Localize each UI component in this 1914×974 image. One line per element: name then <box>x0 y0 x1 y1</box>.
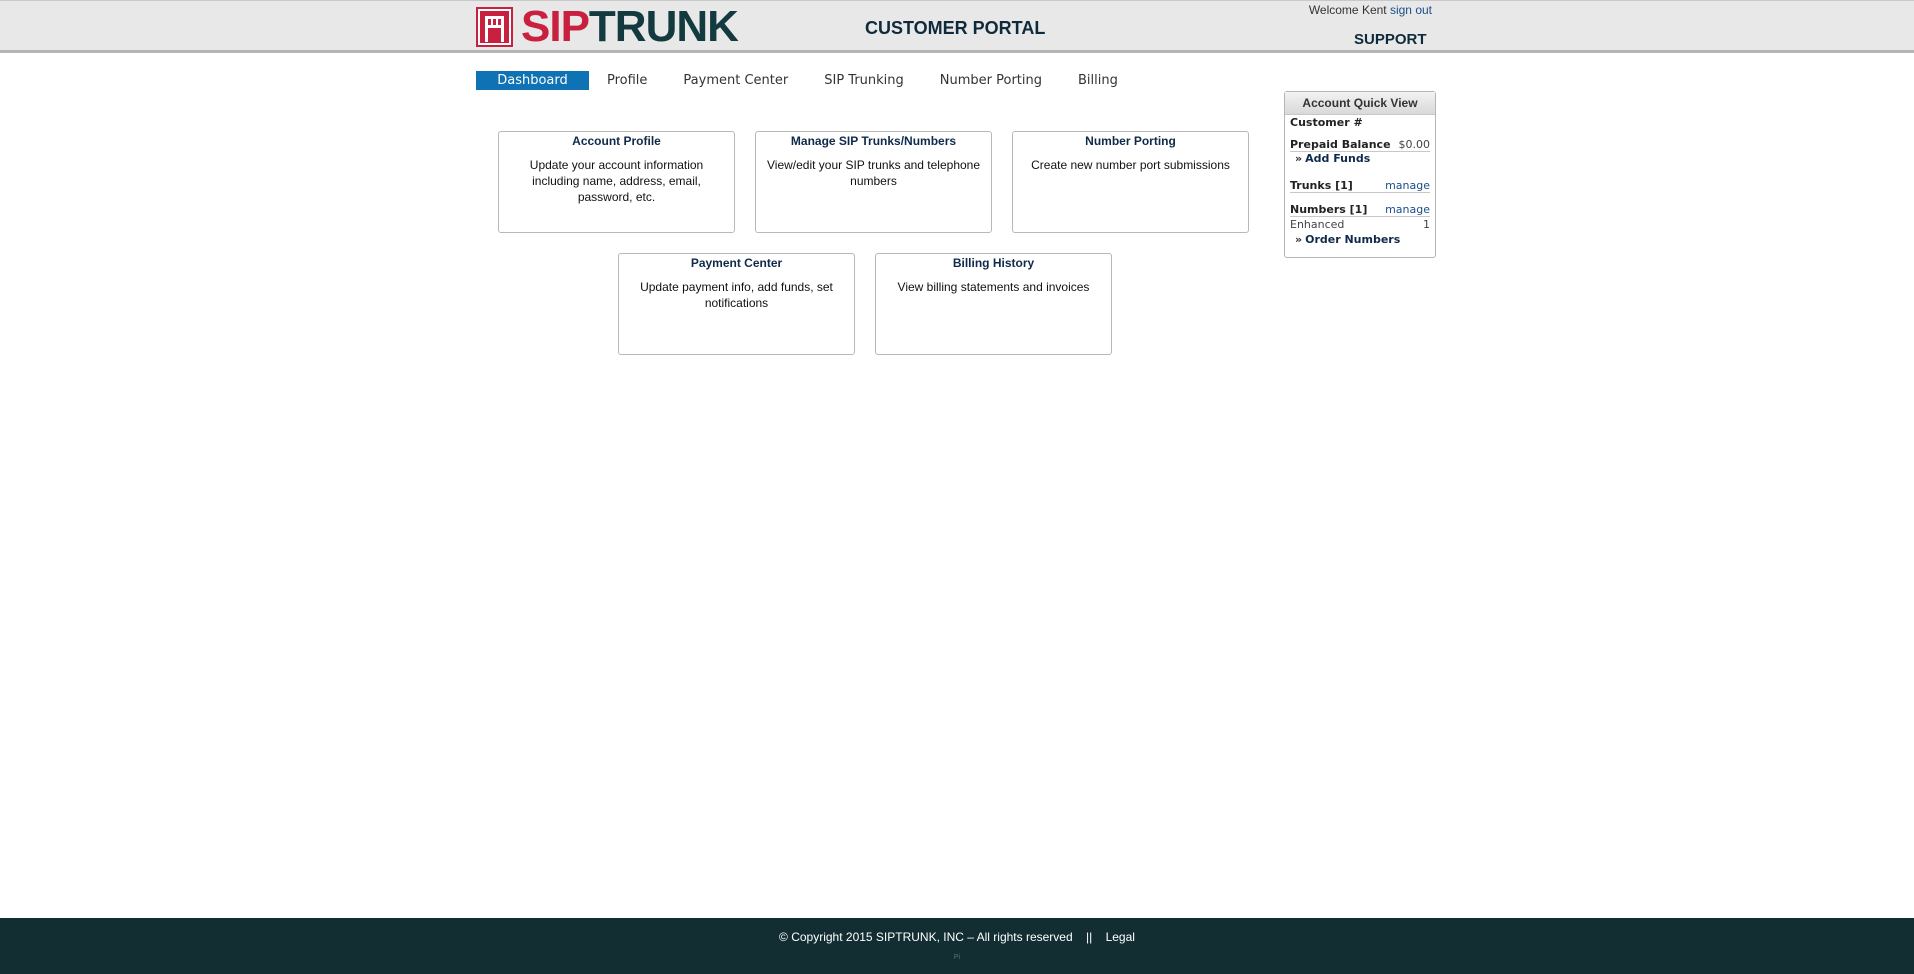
double-arrow-icon: » <box>1295 152 1303 165</box>
numbers-label: Numbers [1] <box>1290 203 1368 216</box>
card-title: Billing History <box>952 256 1035 270</box>
trunks-row: Trunks [1] manage <box>1290 179 1430 193</box>
double-arrow-icon: » <box>1295 233 1303 246</box>
nav-number-porting[interactable]: Number Porting <box>922 71 1060 90</box>
support-link[interactable]: SUPPORT <box>1354 31 1427 48</box>
card-billing-history[interactable]: Billing History View billing statements … <box>875 253 1112 355</box>
add-funds-label: Add Funds <box>1305 152 1371 165</box>
trunks-manage-link[interactable]: manage <box>1385 179 1430 192</box>
page-title: CUSTOMER PORTAL <box>865 18 1046 38</box>
nav-profile[interactable]: Profile <box>589 71 665 90</box>
footer-separator: || <box>1086 930 1093 944</box>
footer-text: © Copyright 2015 SIPTRUNK, INC – All rig… <box>0 930 1914 944</box>
nav-dashboard[interactable]: Dashboard <box>476 71 589 90</box>
copyright-text: © Copyright 2015 SIPTRUNK, INC – All rig… <box>779 930 1073 944</box>
card-description: View/edit your SIP trunks and telephone … <box>766 158 981 188</box>
nav-billing[interactable]: Billing <box>1060 71 1136 90</box>
customer-row: Customer # <box>1290 116 1430 129</box>
account-quick-view: Account Quick View Customer # Prepaid Ba… <box>1284 91 1436 258</box>
card-description: Update payment info, add funds, set noti… <box>640 280 833 310</box>
logo-trunk: TRUNK <box>588 2 739 51</box>
order-numbers-link[interactable]: » Order Numbers <box>1295 233 1400 246</box>
welcome-text: Welcome Kent <box>1308 3 1387 17</box>
building-logo-icon <box>476 7 513 47</box>
order-numbers-label: Order Numbers <box>1305 233 1401 246</box>
card-title: Payment Center <box>690 256 783 270</box>
card-title: Account Profile <box>572 134 661 148</box>
logo-wordmark: SIPTRUNK <box>521 5 739 49</box>
welcome-area: Welcome Kent sign out <box>1309 3 1432 17</box>
customer-label: Customer # <box>1290 116 1363 129</box>
numbers-row: Numbers [1] manage <box>1290 203 1430 217</box>
main-nav: Dashboard Profile Payment Center SIP Tru… <box>476 71 1136 90</box>
siptrunk-logo[interactable]: SIPTRUNK <box>476 5 739 49</box>
add-funds-link[interactable]: » Add Funds <box>1295 152 1370 165</box>
card-number-porting[interactable]: Number Porting Create new number port su… <box>1012 131 1249 233</box>
legal-link[interactable]: Legal <box>1106 930 1135 944</box>
prepaid-balance-value: $0.00 <box>1398 138 1431 151</box>
card-title: Manage SIP Trunks/Numbers <box>790 134 957 148</box>
numbers-manage-link[interactable]: manage <box>1385 203 1430 216</box>
card-payment-center[interactable]: Payment Center Update payment info, add … <box>618 253 855 355</box>
card-account-profile[interactable]: Account Profile Update your account info… <box>498 131 735 233</box>
footer-tag: Pi <box>953 954 961 961</box>
header: SIPTRUNK CUSTOMER PORTAL Welcome Kent si… <box>0 0 1914 53</box>
prepaid-balance-label: Prepaid Balance <box>1290 138 1391 151</box>
enhanced-row: Enhanced 1 <box>1290 218 1430 231</box>
enhanced-label: Enhanced <box>1290 218 1345 231</box>
trunks-label: Trunks [1] <box>1290 179 1353 192</box>
card-title: Number Porting <box>1085 134 1176 148</box>
nav-sip-trunking[interactable]: SIP Trunking <box>806 71 922 90</box>
logo-sip: SIP <box>521 2 590 51</box>
sign-out-link[interactable]: sign out <box>1390 3 1432 17</box>
quick-view-title: Account Quick View <box>1285 92 1435 115</box>
card-manage-sip-trunks[interactable]: Manage SIP Trunks/Numbers View/edit your… <box>755 131 992 233</box>
card-description: Create new number port submissions <box>1031 158 1230 172</box>
footer: © Copyright 2015 SIPTRUNK, INC – All rig… <box>0 918 1914 974</box>
card-description: Update your account information includin… <box>529 158 704 204</box>
enhanced-value: 1 <box>1423 218 1430 231</box>
card-description: View billing statements and invoices <box>897 280 1090 294</box>
prepaid-balance-row: Prepaid Balance $0.00 <box>1290 138 1430 152</box>
nav-payment-center[interactable]: Payment Center <box>665 71 806 90</box>
